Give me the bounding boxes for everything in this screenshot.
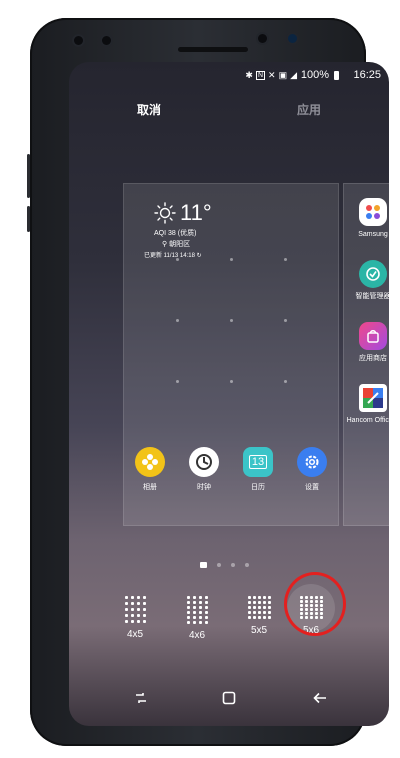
grid-dot	[284, 380, 287, 383]
grid-dot	[284, 319, 287, 322]
grid-dot	[176, 258, 179, 261]
grid-dot	[176, 380, 179, 383]
grid-option-label: 4x6	[188, 630, 206, 641]
app-smart-manager[interactable]: 智能管理器	[344, 260, 389, 301]
app-settings[interactable]: 设置	[292, 447, 332, 492]
grid-option-5x5[interactable]: 5x5	[234, 596, 284, 636]
navigation-bar	[69, 690, 389, 714]
weather-location-text: 朝阳区	[169, 241, 191, 248]
grid-option-4x6[interactable]: 4x6	[172, 596, 222, 641]
apps-edge-panel[interactable]: Samsung 智能管理器 应用商店 Hancom Office S	[343, 183, 389, 526]
cancel-button[interactable]: 取消	[137, 101, 161, 118]
gallery-icon	[135, 447, 165, 477]
volume-button	[27, 206, 30, 232]
earpiece-speaker	[178, 47, 248, 52]
back-icon[interactable]	[312, 690, 328, 706]
page-dot[interactable]	[245, 563, 249, 567]
battery-percent: 100%	[300, 69, 329, 81]
front-camera-lens	[288, 34, 297, 43]
hancom-office-icon	[359, 384, 387, 412]
bixby-button	[27, 154, 30, 198]
app-label: 应用商店	[359, 355, 387, 362]
iris-scanner	[258, 34, 267, 43]
mute-icon: ✕	[268, 70, 276, 80]
app-label: 智能管理器	[355, 293, 390, 300]
nfc-icon: N	[255, 71, 266, 80]
clock-time: 16:25	[353, 69, 381, 81]
grid-option-label: 5x5	[250, 625, 268, 636]
home-screen-preview[interactable]: 11° AQI 38 (优质) ⚲ 朝阳区 已更新 11/13 14:18 ↻	[123, 183, 339, 526]
samsung-folder-icon	[359, 198, 387, 226]
weather-aqi: AQI 38 (优质)	[154, 230, 197, 237]
clock-icon	[189, 447, 219, 477]
app-label: 设置	[305, 484, 319, 491]
phone-frame: ✱ N ✕ ▣ ◢ 100% 16:25 取消 应用 11° AQI 38 (优…	[27, 18, 389, 746]
signal-icon: ◢	[290, 70, 297, 80]
app-label: 日历	[251, 484, 265, 491]
location-pin-icon: ⚲	[162, 241, 168, 248]
app-label: 相册	[143, 484, 157, 491]
calendar-day: 13	[248, 455, 268, 469]
weather-temperature: 11°	[180, 200, 212, 225]
page-indicator	[200, 562, 249, 568]
screen: ✱ N ✕ ▣ ◢ 100% 16:25 取消 应用 11° AQI 38 (优…	[69, 62, 389, 726]
app-samsung-folder[interactable]: Samsung	[344, 198, 389, 239]
recents-icon[interactable]	[133, 690, 149, 706]
grid-dot	[230, 258, 233, 261]
sun-icon	[154, 202, 176, 224]
weather-location: ⚲ 朝阳区	[162, 239, 190, 249]
grid-4x6-icon	[186, 596, 208, 624]
grid-option-label: 4x5	[126, 629, 144, 640]
app-clock[interactable]: 时钟	[184, 447, 224, 492]
app-store-icon	[359, 322, 387, 350]
battery-icon	[334, 71, 339, 80]
refresh-icon[interactable]: ↻	[197, 253, 202, 259]
app-gallery[interactable]: 相册	[130, 447, 170, 492]
page-dot[interactable]	[231, 563, 235, 567]
grid-dot	[176, 319, 179, 322]
app-label: 时钟	[197, 484, 211, 491]
home-page-indicator[interactable]	[200, 562, 207, 568]
data-saver-icon: ▣	[278, 70, 288, 80]
weather-updated-text: 已更新 11/13 14:18	[144, 253, 195, 259]
app-app-store[interactable]: 应用商店	[344, 322, 389, 363]
bluetooth-icon: ✱	[245, 70, 253, 80]
app-hancom-office[interactable]: Hancom Office S	[344, 384, 389, 425]
status-bar: ✱ N ✕ ▣ ◢ 100% 16:25	[69, 68, 389, 84]
calendar-icon: 13	[243, 447, 273, 477]
apply-button[interactable]: 应用	[297, 101, 321, 118]
settings-icon	[297, 447, 327, 477]
grid-4x5-icon	[124, 596, 146, 623]
grid-dot	[230, 380, 233, 383]
front-camera	[102, 36, 111, 45]
grid-dot	[230, 319, 233, 322]
highlight-circle	[284, 572, 346, 636]
page-dot[interactable]	[217, 563, 221, 567]
home-icon[interactable]	[221, 690, 237, 706]
grid-option-4x5[interactable]: 4x5	[110, 596, 160, 640]
app-calendar[interactable]: 13 日历	[238, 447, 278, 492]
smart-manager-icon	[359, 260, 387, 288]
app-label: Samsung	[358, 231, 388, 238]
front-sensor	[74, 36, 83, 45]
grid-dot	[284, 258, 287, 261]
weather-updated: 已更新 11/13 14:18 ↻	[144, 250, 202, 259]
grid-5x5-icon	[247, 596, 271, 619]
app-label: Hancom Office S	[346, 417, 389, 424]
